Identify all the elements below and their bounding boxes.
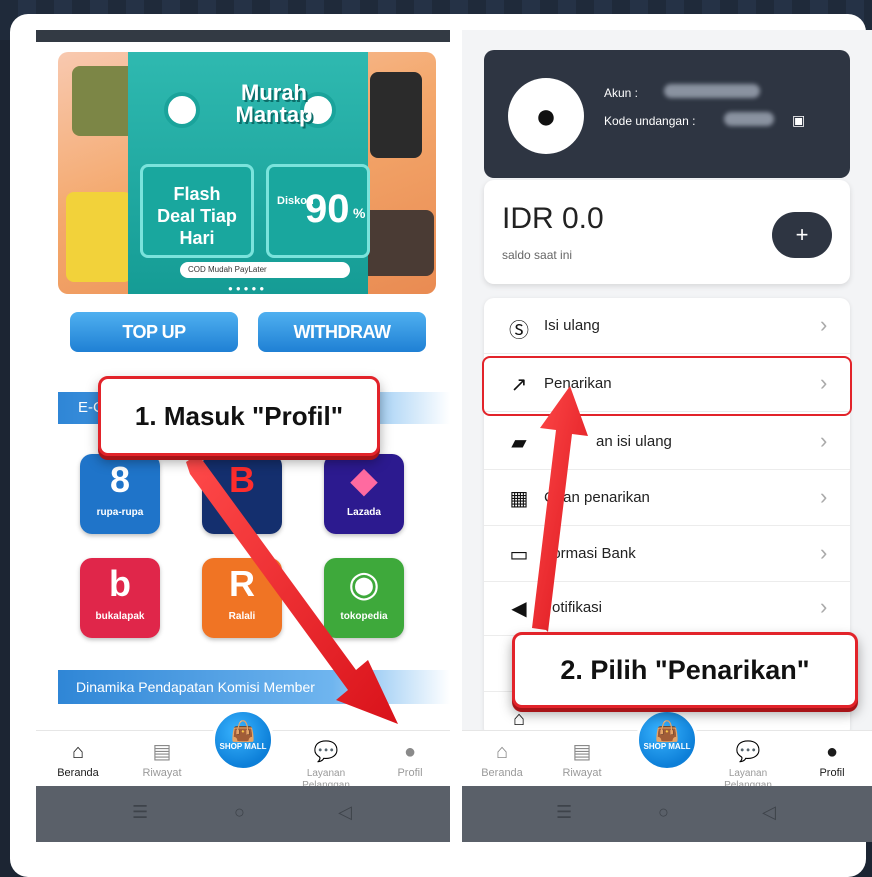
arrow-to-penarikan bbox=[532, 386, 588, 632]
arrow-to-profil bbox=[186, 454, 398, 724]
step2-callout: 2. Pilih "Penarikan" bbox=[512, 632, 858, 708]
step1-callout: 1. Masuk "Profil" bbox=[98, 376, 380, 456]
